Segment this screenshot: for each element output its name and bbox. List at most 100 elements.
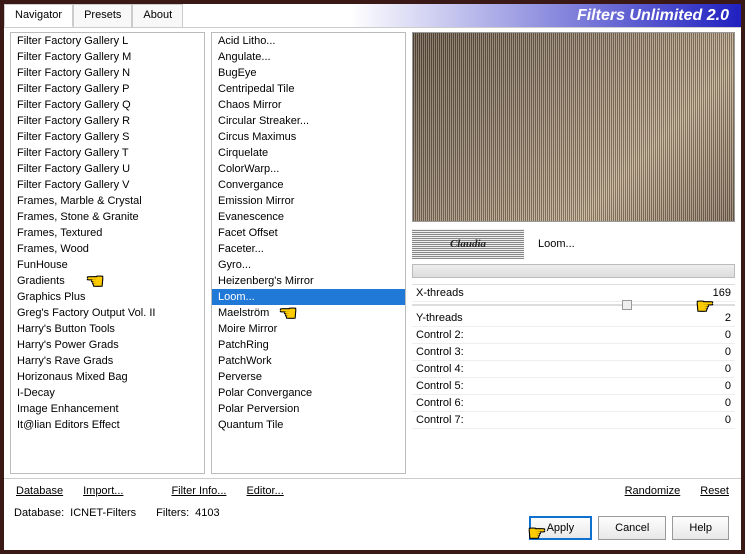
list-item[interactable]: Evanescence <box>212 209 405 225</box>
list-item[interactable]: Facet Offset <box>212 225 405 241</box>
filter-info-button[interactable]: Filter Info... <box>165 482 232 500</box>
app-title: Filters Unlimited 2.0 <box>577 7 729 25</box>
list-item[interactable]: Horizonaus Mixed Bag <box>11 369 204 385</box>
param-value: 0 <box>701 380 731 392</box>
list-item[interactable]: Filter Factory Gallery M <box>11 49 204 65</box>
list-item[interactable]: Frames, Stone & Granite <box>11 209 204 225</box>
list-item[interactable]: Faceter... <box>212 241 405 257</box>
category-list[interactable]: Filter Factory Gallery LFilter Factory G… <box>10 32 205 474</box>
list-item[interactable]: Filter Factory Gallery U <box>11 161 204 177</box>
param-row[interactable]: Y-threads 2 <box>412 310 735 327</box>
list-item[interactable]: Heizenberg's Mirror <box>212 273 405 289</box>
param-row[interactable]: Control 2: 0 <box>412 327 735 344</box>
list-item[interactable]: Filter Factory Gallery L <box>11 33 204 49</box>
list-item[interactable]: Gradients <box>11 273 204 289</box>
status-db-label: Database: <box>14 507 64 519</box>
list-item[interactable]: Cirquelate <box>212 145 405 161</box>
param-label: Control 6: <box>416 397 464 409</box>
slider[interactable] <box>412 304 735 306</box>
list-item[interactable]: It@lian Editors Effect <box>11 417 204 433</box>
database-button[interactable]: Database <box>10 482 69 500</box>
param-value: 0 <box>701 363 731 375</box>
apply-button[interactable]: Apply <box>529 516 593 540</box>
list-item[interactable]: Polar Perversion <box>212 401 405 417</box>
param-row[interactable]: Control 4: 0 <box>412 361 735 378</box>
parameter-panel: X-threads169Y-threads2Control 2:0Control… <box>412 284 735 429</box>
list-item[interactable]: Filter Factory Gallery V <box>11 177 204 193</box>
param-row[interactable]: Control 5: 0 <box>412 378 735 395</box>
list-item[interactable]: Moire Mirror <box>212 321 405 337</box>
list-item[interactable]: ColorWarp... <box>212 161 405 177</box>
editor-button[interactable]: Editor... <box>240 482 289 500</box>
author-badge: Claudia <box>412 229 524 259</box>
list-item[interactable]: Gyro... <box>212 257 405 273</box>
list-item[interactable]: Filter Factory Gallery P <box>11 81 204 97</box>
current-filter-label: Loom... <box>538 238 575 250</box>
param-label: X-threads <box>416 287 464 299</box>
list-item[interactable]: Circus Maximus <box>212 129 405 145</box>
tab-bar: NavigatorPresetsAbout <box>4 4 183 27</box>
list-item[interactable]: Filter Factory Gallery N <box>11 65 204 81</box>
list-item[interactable]: Circular Streaker... <box>212 113 405 129</box>
import-button[interactable]: Import... <box>77 482 129 500</box>
help-button[interactable]: Help <box>672 516 729 540</box>
tab-about[interactable]: About <box>132 4 183 27</box>
param-label: Control 7: <box>416 414 464 426</box>
param-label: Y-threads <box>416 312 463 324</box>
list-item[interactable]: Centripedal Tile <box>212 81 405 97</box>
list-item[interactable]: Maelström <box>212 305 405 321</box>
list-item[interactable]: Harry's Rave Grads <box>11 353 204 369</box>
list-item[interactable]: Filter Factory Gallery R <box>11 113 204 129</box>
param-row[interactable]: Control 6: 0 <box>412 395 735 412</box>
param-label: Control 4: <box>416 363 464 375</box>
list-item[interactable]: Acid Litho... <box>212 33 405 49</box>
list-item[interactable]: Frames, Textured <box>11 225 204 241</box>
list-item[interactable]: Harry's Power Grads <box>11 337 204 353</box>
list-item[interactable]: PatchRing <box>212 337 405 353</box>
cancel-button[interactable]: Cancel <box>598 516 666 540</box>
reset-button[interactable]: Reset <box>694 482 735 500</box>
preview-image <box>412 32 735 222</box>
param-value: 0 <box>701 329 731 341</box>
list-item[interactable]: Convergance <box>212 177 405 193</box>
slider-thumb[interactable] <box>622 300 632 310</box>
param-value: 0 <box>701 397 731 409</box>
tab-presets[interactable]: Presets <box>73 4 132 27</box>
status-filters-label: Filters: <box>156 507 189 519</box>
list-item[interactable]: Chaos Mirror <box>212 97 405 113</box>
title-bar: Filters Unlimited 2.0 <box>183 4 741 27</box>
list-item[interactable]: Polar Convergance <box>212 385 405 401</box>
list-item[interactable]: BugEye <box>212 65 405 81</box>
status-filters-value: 4103 <box>195 507 219 519</box>
list-item[interactable]: Harry's Button Tools <box>11 321 204 337</box>
param-label: Control 2: <box>416 329 464 341</box>
list-item[interactable]: Perverse <box>212 369 405 385</box>
list-item[interactable]: Image Enhancement <box>11 401 204 417</box>
param-row[interactable]: Control 7: 0 <box>412 412 735 429</box>
list-item[interactable]: Emission Mirror <box>212 193 405 209</box>
list-item[interactable]: Filter Factory Gallery S <box>11 129 204 145</box>
list-item[interactable]: Filter Factory Gallery Q <box>11 97 204 113</box>
param-row[interactable]: X-threads 169 <box>412 285 735 302</box>
filter-list[interactable]: Acid Litho...Angulate...BugEyeCentripeda… <box>211 32 406 474</box>
param-value: 0 <box>701 414 731 426</box>
list-item[interactable]: PatchWork <box>212 353 405 369</box>
list-item[interactable]: Greg's Factory Output Vol. II <box>11 305 204 321</box>
list-item[interactable]: Loom... <box>212 289 405 305</box>
param-label: Control 5: <box>416 380 464 392</box>
list-item[interactable]: Graphics Plus <box>11 289 204 305</box>
list-item[interactable]: Angulate... <box>212 49 405 65</box>
randomize-button[interactable]: Randomize <box>619 482 687 500</box>
progress-bar <box>412 264 735 278</box>
list-item[interactable]: Frames, Wood <box>11 241 204 257</box>
list-item[interactable]: FunHouse <box>11 257 204 273</box>
tab-navigator[interactable]: Navigator <box>4 4 73 27</box>
list-item[interactable]: I-Decay <box>11 385 204 401</box>
param-value: 2 <box>701 312 731 324</box>
list-item[interactable]: Quantum Tile <box>212 417 405 433</box>
param-value: 169 <box>701 287 731 299</box>
list-item[interactable]: Filter Factory Gallery T <box>11 145 204 161</box>
param-row[interactable]: Control 3:0 <box>412 344 735 361</box>
status-db-value: ICNET-Filters <box>70 507 136 519</box>
list-item[interactable]: Frames, Marble & Crystal <box>11 193 204 209</box>
